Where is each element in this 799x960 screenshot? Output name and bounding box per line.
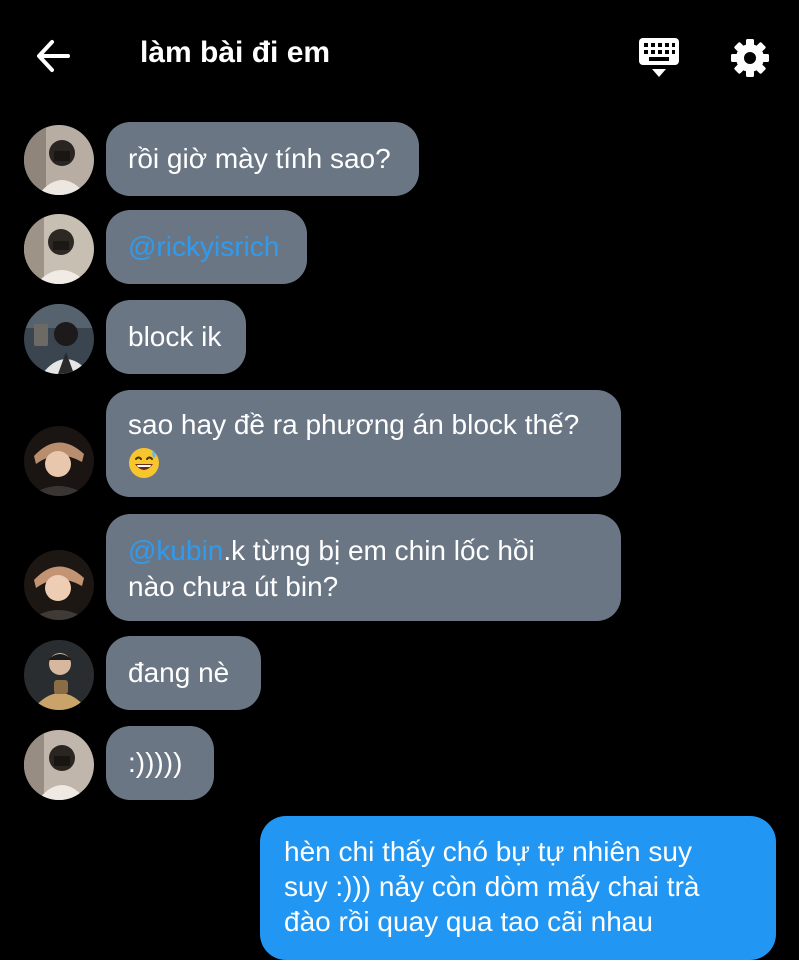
emoji-line <box>128 443 599 479</box>
message-row: @kubin.k từng bị em chin lốc hồi nào chư… <box>0 514 799 621</box>
message-bubble[interactable]: block ik <box>106 300 246 374</box>
message-text: đang nè <box>128 657 230 688</box>
message-bubble[interactable]: đang nè <box>106 636 261 710</box>
message-text: :))))) <box>128 747 183 778</box>
avatar[interactable] <box>24 125 94 195</box>
message-text: rồi giờ mày tính sao? <box>128 143 391 174</box>
back-button[interactable] <box>30 34 76 80</box>
message-text: @kubin.k từng bị em chin lốc hồi <box>128 535 535 566</box>
message-text: đào rồi quay qua tao cãi nhau <box>284 906 653 937</box>
message-bubble[interactable]: @rickyisrich <box>106 210 307 284</box>
message-bubble[interactable]: sao hay đề ra phương án block thế? <box>106 390 621 497</box>
message-row: sao hay đề ra phương án block thế? <box>0 390 799 497</box>
avatar[interactable] <box>24 304 94 374</box>
conversation-title: làm bài đi em <box>140 36 331 69</box>
mention-link[interactable]: @rickyisrich <box>128 229 285 265</box>
message-bubble[interactable]: @kubin.k từng bị em chin lốc hồi nào chư… <box>106 514 621 621</box>
message-row: rồi giờ mày tính sao? <box>0 122 799 196</box>
message-row: đang nè <box>0 636 799 710</box>
sent-message-bubble[interactable]: hèn chi thấy chó bự tự nhiên suy suy :))… <box>260 816 776 960</box>
settings-button[interactable] <box>728 36 772 80</box>
chat-header: làm bài đi em <box>0 0 799 110</box>
avatar[interactable] <box>24 426 94 496</box>
avatar[interactable] <box>24 550 94 620</box>
mention-link[interactable]: @kubin <box>128 535 223 566</box>
arrow-left-icon <box>37 40 70 72</box>
message-text: block ik <box>128 321 222 352</box>
avatar[interactable] <box>24 640 94 710</box>
avatar[interactable] <box>24 730 94 800</box>
message-text: hèn chi thấy chó bự tự nhiên suy <box>284 836 692 867</box>
gear-icon <box>731 39 769 77</box>
message-row: :))))) <box>0 726 799 800</box>
message-bubble[interactable]: :))))) <box>106 726 214 800</box>
message-text: nào chưa út bin? <box>128 571 339 602</box>
message-row: @rickyisrich <box>0 210 799 284</box>
keyboard-icon <box>639 38 679 77</box>
avatar[interactable] <box>24 214 94 284</box>
keyboard-button[interactable] <box>636 36 682 80</box>
message-text: suy :))) nảy còn dòm mấy chai trà <box>284 871 700 902</box>
message-text: sao hay đề ra phương án block thế? <box>128 409 580 440</box>
grinning-sweat-emoji <box>129 447 159 478</box>
message-bubble[interactable]: rồi giờ mày tính sao? <box>106 122 419 196</box>
message-row: block ik <box>0 300 799 374</box>
